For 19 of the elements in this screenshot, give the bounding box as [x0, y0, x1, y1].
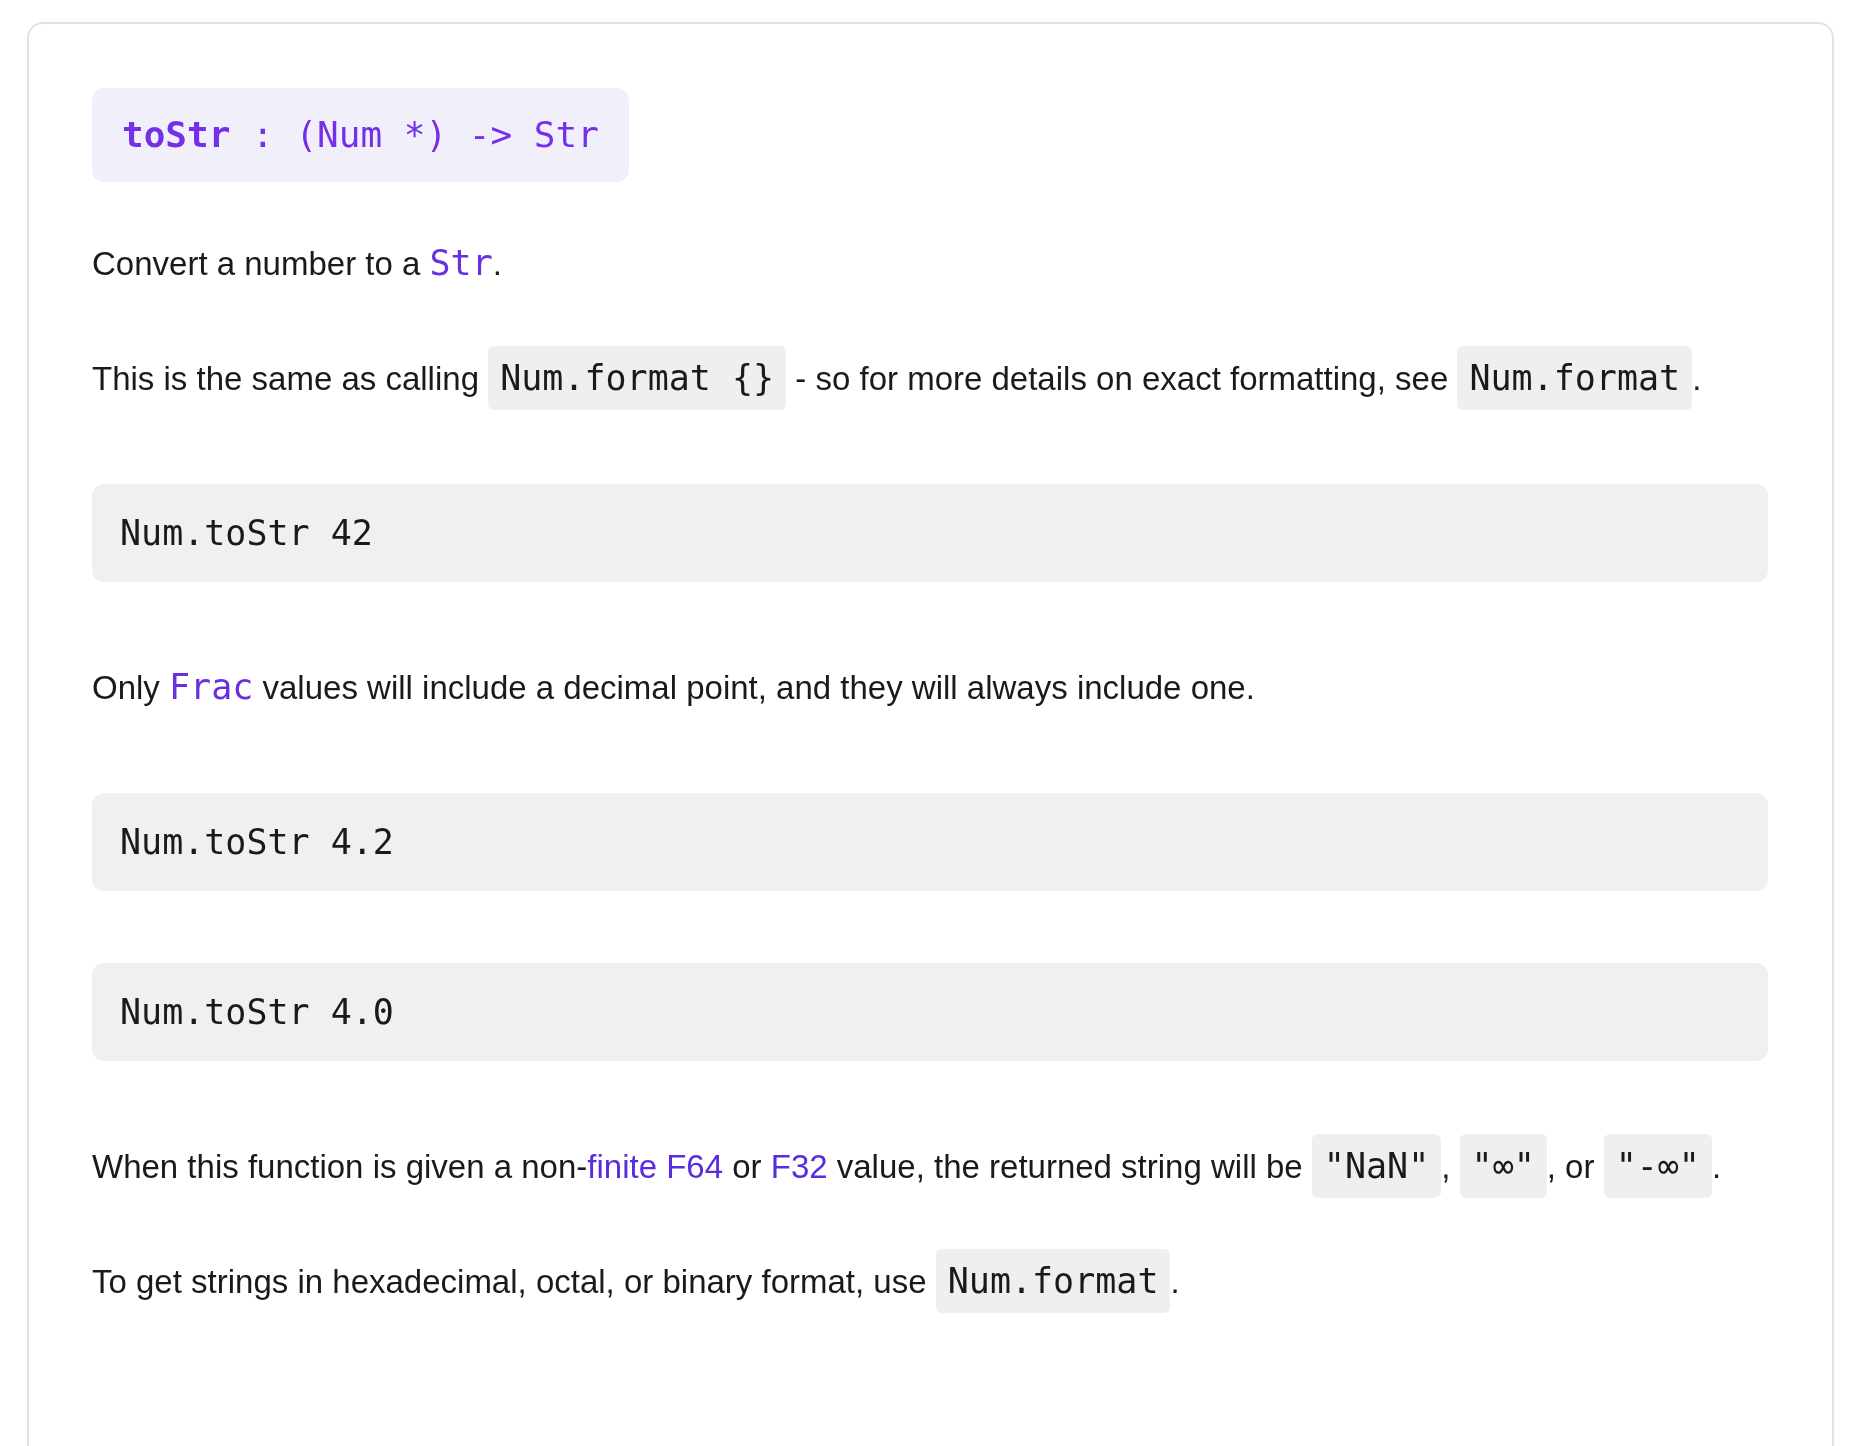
type-signature: toStr : (Num *) -> Str: [92, 88, 629, 182]
text-link[interactable]: F32: [770, 1148, 828, 1185]
paragraph: Only Frac values will include a decimal point, and they will always include one.: [92, 666, 1256, 709]
inline-code: Num.format: [935, 1249, 1171, 1313]
text-link[interactable]: finite F64: [587, 1148, 724, 1185]
inline-code: Num.format: [1457, 346, 1693, 410]
inline-code: Num.format {}: [488, 346, 787, 410]
inline-code: "∞": [1459, 1134, 1547, 1198]
inline-code: "NaN": [1311, 1134, 1442, 1198]
paragraph: When this function is given a non-finite F64 or F32 value, the returned string will be "NaN" , "∞" , or "-∞" .: [92, 1133, 1768, 1200]
type-link[interactable]: Str: [429, 243, 493, 283]
code-block: Num.toStr 4.0: [92, 963, 1768, 1061]
type-link[interactable]: Frac: [169, 667, 254, 707]
inline-code: "-∞": [1603, 1134, 1712, 1198]
paragraph: Convert a number to a Str.: [92, 242, 503, 285]
paragraph: To get strings in hexadecimal, octal, or binary format, use Num.format .: [92, 1248, 1768, 1315]
code-block: Num.toStr 42: [92, 484, 1768, 582]
code-block: Num.toStr 4.2: [92, 793, 1768, 891]
paragraph: This is the same as calling Num.format {} - so for more details on exact formatting, see Num.format .: [92, 345, 1768, 412]
